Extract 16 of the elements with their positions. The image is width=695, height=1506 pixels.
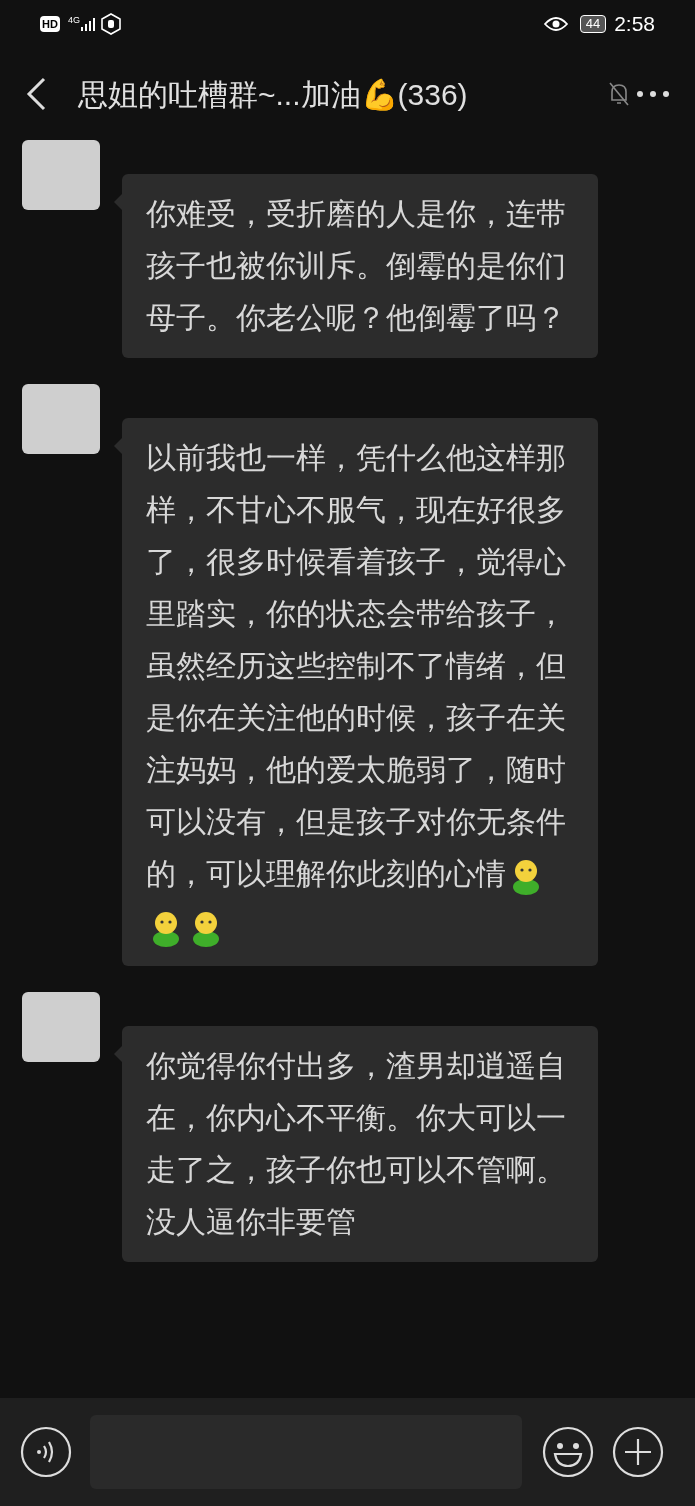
back-icon[interactable] <box>24 77 48 111</box>
signal-icon <box>79 16 96 32</box>
emoji-icon[interactable] <box>542 1426 594 1478</box>
hand-icon <box>99 13 122 35</box>
message-text: 你觉得你付出多，渣男却逍遥自在，你内心不平衡。你大可以一走了之，孩子你也可以不管啊。没人逼你非要管 <box>146 1048 567 1240</box>
eye-icon <box>543 16 568 32</box>
more-icon[interactable] <box>635 89 671 99</box>
voice-icon[interactable] <box>20 1426 72 1478</box>
clock: 2:58 <box>614 11 655 38</box>
hd-label: HD <box>40 15 60 33</box>
message-text: 以前我也一样，凭什么他这样那样，不甘心不服气，现在好很多了，很多时候看着孩子，觉得心里踏实，你的状态会带给孩子，虽然经历这些控制不了情绪，但是你在关注他的时候，孩子在关注妈妈，他的爱太脆弱了，随时可以没有，但是孩子对你无条件的，可以理解你此刻的心情 <box>146 432 568 952</box>
network-label: 4G <box>67 14 80 27</box>
add-icon[interactable] <box>612 1426 664 1478</box>
battery-level: 44 <box>579 15 607 33</box>
chat-title: 思姐的吐槽群~...加油💪(336) <box>78 76 468 113</box>
message-text: 你难受，受折磨的人是你，连带孩子也被你训斥。倒霉的是你们母子。你老公呢？他倒霉了吗？ <box>146 196 567 336</box>
